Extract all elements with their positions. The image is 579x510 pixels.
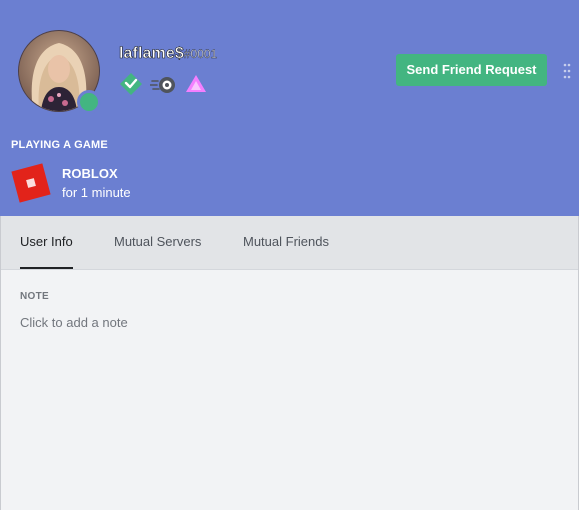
more-options-icon[interactable]	[562, 62, 572, 80]
online-status-icon	[77, 90, 101, 114]
hypesquad-badge-icon[interactable]	[119, 72, 143, 96]
send-friend-request-button[interactable]: Send Friend Request	[396, 54, 547, 86]
discriminator: #0001	[183, 47, 218, 61]
note-label: NOTE	[20, 291, 49, 302]
user-profile-modal: laflame$#0001 Send Friend Request PLAYIN…	[0, 0, 579, 510]
avatar-container[interactable]	[18, 30, 101, 114]
roblox-icon	[10, 162, 52, 204]
tab-mutual-servers[interactable]: Mutual Servers	[114, 216, 201, 269]
username: laflame$	[119, 45, 184, 63]
tab-mutual-friends[interactable]: Mutual Friends	[243, 216, 329, 269]
game-duration: for 1 minute	[62, 185, 131, 200]
username-row: laflame$#0001	[119, 45, 218, 65]
modal-left-border	[0, 216, 1, 510]
profile-tabs: User Info Mutual Servers Mutual Friends	[0, 216, 579, 270]
game-name: ROBLOX	[62, 166, 118, 181]
activity-header: PLAYING A GAME	[11, 139, 108, 151]
note-input[interactable]	[20, 312, 559, 332]
profile-header: laflame$#0001 Send Friend Request PLAYIN…	[0, 0, 579, 216]
tab-user-info[interactable]: User Info	[20, 216, 73, 269]
early-supporter-badge-icon[interactable]	[184, 72, 208, 96]
nitro-badge-icon[interactable]	[149, 72, 178, 96]
user-info-panel: NOTE	[0, 270, 579, 510]
